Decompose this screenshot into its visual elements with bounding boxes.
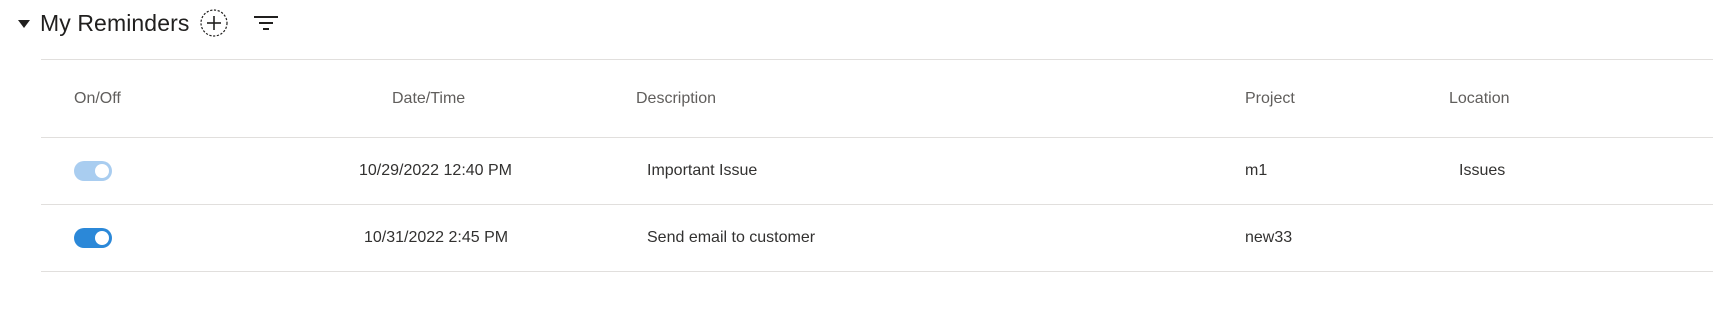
datetime-cell: 10/31/2022 2:45 PM [364, 229, 509, 246]
section-header: My Reminders [18, 6, 281, 40]
toggle-knob [95, 231, 109, 245]
column-header-date-time[interactable]: Date/Time [392, 60, 465, 137]
caret-down-icon[interactable] [18, 19, 30, 28]
reminder-toggle[interactable] [74, 228, 112, 248]
project-cell: m1 [1245, 162, 1268, 179]
column-header-on-off[interactable]: On/Off [74, 60, 121, 137]
filter-icon[interactable] [251, 8, 281, 38]
description-cell[interactable]: Send email to customer [647, 205, 815, 271]
location-cell: Issues [1459, 162, 1506, 179]
table-header-row: On/Off Date/Time Description Project Loc… [41, 60, 1713, 137]
section-title: My Reminders [40, 9, 190, 36]
toggle-cell [74, 205, 112, 271]
datetime-cell: 10/29/2022 12:40 PM [359, 162, 513, 179]
column-header-project[interactable]: Project [1245, 60, 1295, 137]
table-row[interactable]: 10/29/2022 12:40 PM Important Issue m1 I… [41, 138, 1713, 204]
description-cell[interactable]: Important Issue [647, 138, 757, 204]
reminders-table: On/Off Date/Time Description Project Loc… [41, 59, 1713, 272]
toggle-knob [95, 164, 109, 178]
column-header-location[interactable]: Location [1449, 60, 1510, 137]
table-row[interactable]: 10/31/2022 2:45 PM Send email to custome… [41, 205, 1713, 271]
project-cell: new33 [1245, 229, 1293, 246]
reminder-toggle[interactable] [74, 161, 112, 181]
toggle-cell [74, 138, 112, 204]
divider [41, 271, 1713, 272]
add-circle-icon[interactable] [199, 8, 229, 38]
column-header-description[interactable]: Description [636, 60, 716, 137]
